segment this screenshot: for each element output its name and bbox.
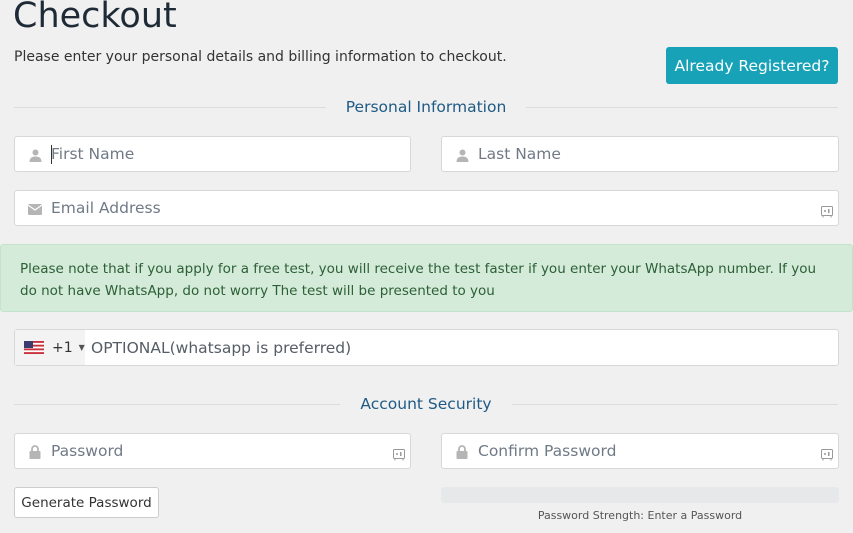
lock-icon [27, 444, 43, 460]
phone-field[interactable]: +1 ▼ [14, 329, 839, 366]
password-input[interactable] [51, 434, 380, 468]
section-heading: Personal Information [345, 98, 507, 116]
country-code-selector[interactable]: +1 ▼ [15, 330, 85, 365]
us-flag-icon [24, 341, 44, 354]
password-strength-bar [441, 487, 839, 503]
page-subtitle: Please enter your personal details and b… [14, 49, 507, 65]
section-account-security: Account Security [14, 393, 839, 415]
whatsapp-notice: Please note that if you apply for a free… [0, 244, 853, 312]
dial-code: +1 [52, 339, 73, 356]
already-registered-button[interactable]: Already Registered? [666, 47, 838, 84]
confirm-password-field[interactable] [441, 433, 839, 469]
divider [14, 403, 341, 405]
confirm-password-input[interactable] [478, 434, 808, 468]
first-name-field[interactable] [14, 136, 411, 172]
last-name-field[interactable] [441, 136, 839, 172]
password-manager-icon[interactable] [821, 446, 833, 461]
generate-password-button[interactable]: Generate Password [14, 487, 159, 518]
password-manager-icon[interactable] [393, 446, 405, 461]
section-personal-information: Personal Information [14, 96, 839, 118]
email-field[interactable] [14, 190, 839, 226]
user-icon [27, 147, 43, 163]
last-name-input[interactable] [478, 137, 808, 171]
envelope-icon [27, 201, 43, 217]
divider [14, 106, 326, 108]
password-manager-icon[interactable] [821, 203, 833, 218]
password-strength-text: Password Strength: Enter a Password [537, 509, 743, 522]
email-input[interactable] [51, 191, 808, 225]
lock-icon [454, 444, 470, 460]
phone-input[interactable] [91, 330, 832, 365]
section-heading: Account Security [360, 395, 492, 413]
divider [526, 106, 839, 108]
caret-down-icon: ▼ [78, 343, 85, 352]
page-title: Checkout [13, 0, 177, 36]
first-name-input[interactable] [51, 137, 380, 171]
divider [511, 403, 839, 405]
password-field[interactable] [14, 433, 411, 469]
user-icon [454, 147, 470, 163]
